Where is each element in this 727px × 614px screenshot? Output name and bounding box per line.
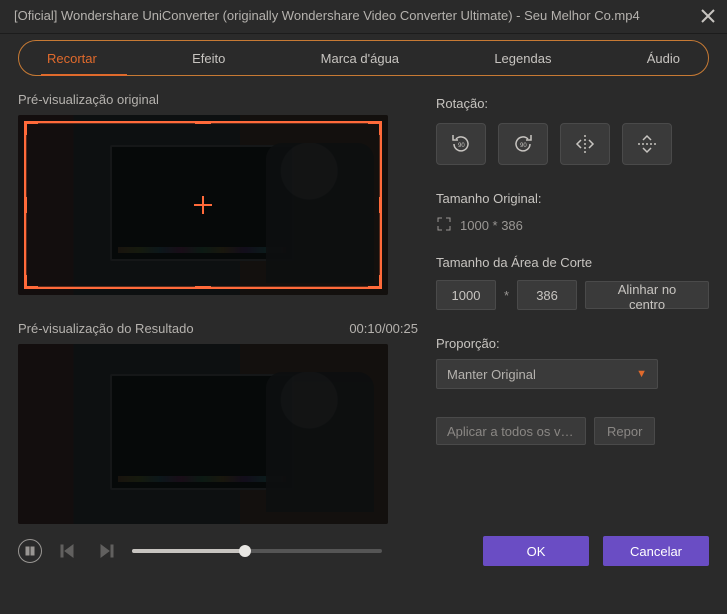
reset-button[interactable]: Repor [594, 417, 655, 445]
aspect-value: Manter Original [447, 367, 536, 382]
crop-handle-bottom-right[interactable] [368, 275, 382, 289]
crop-handle-bottom-left[interactable] [24, 275, 38, 289]
tab-efeito[interactable]: Efeito [186, 47, 231, 70]
pause-button[interactable] [18, 539, 42, 563]
window-title: [Oficial] Wondershare UniConverter (orig… [14, 8, 640, 23]
original-size-label: Tamanho Original: [436, 191, 709, 206]
tab-legendas[interactable]: Legendas [488, 47, 557, 70]
crop-handle-top-left[interactable] [24, 121, 38, 135]
crop-handle-right[interactable] [379, 197, 382, 213]
playback-slider[interactable] [132, 549, 382, 553]
crop-frame[interactable] [24, 121, 382, 289]
tabs-bar: Recortar Efeito Marca d'água Legendas Áu… [18, 40, 709, 76]
svg-text:90: 90 [458, 143, 465, 149]
tab-audio[interactable]: Áudio [641, 47, 686, 70]
original-size-value: 1000 * 386 [460, 218, 523, 233]
svg-text:90: 90 [520, 143, 527, 149]
crop-handle-bottom[interactable] [195, 286, 211, 289]
crop-size-label: Tamanho da Área de Corte [436, 255, 709, 270]
flip-vertical-button[interactable] [622, 123, 672, 165]
crop-handle-left[interactable] [24, 197, 27, 213]
close-icon[interactable] [701, 9, 715, 23]
original-preview[interactable] [18, 115, 388, 295]
tab-recortar[interactable]: Recortar [41, 47, 103, 70]
flip-horizontal-button[interactable] [560, 123, 610, 165]
cancel-button[interactable]: Cancelar [603, 536, 709, 566]
center-align-button[interactable]: Alinhar no centro [585, 281, 709, 309]
expand-icon [436, 216, 452, 235]
crop-width-input[interactable] [436, 280, 496, 310]
tab-marca-dagua[interactable]: Marca d'água [315, 47, 405, 70]
rotate-cw-button[interactable]: 90 [498, 123, 548, 165]
chevron-down-icon: ▼ [636, 368, 647, 380]
apply-all-button[interactable]: Aplicar a todos os víd... [436, 417, 586, 445]
original-preview-label: Pré-visualização original [18, 92, 418, 107]
crop-height-input[interactable] [517, 280, 577, 310]
slider-knob[interactable] [239, 545, 251, 557]
rotate-ccw-button[interactable]: 90 [436, 123, 486, 165]
aspect-select[interactable]: Manter Original ▼ [436, 359, 658, 389]
result-preview [18, 344, 388, 524]
timecode: 00:10/00:25 [349, 321, 418, 336]
multiply-icon: * [504, 288, 509, 303]
crop-center-icon[interactable] [194, 196, 212, 214]
aspect-label: Proporção: [436, 336, 709, 351]
prev-frame-button[interactable] [56, 539, 80, 563]
next-frame-button[interactable] [94, 539, 118, 563]
result-preview-label: Pré-visualização do Resultado [18, 321, 194, 336]
crop-handle-top-right[interactable] [368, 121, 382, 135]
rotation-label: Rotação: [436, 96, 709, 111]
ok-button[interactable]: OK [483, 536, 589, 566]
crop-handle-top[interactable] [195, 121, 211, 124]
